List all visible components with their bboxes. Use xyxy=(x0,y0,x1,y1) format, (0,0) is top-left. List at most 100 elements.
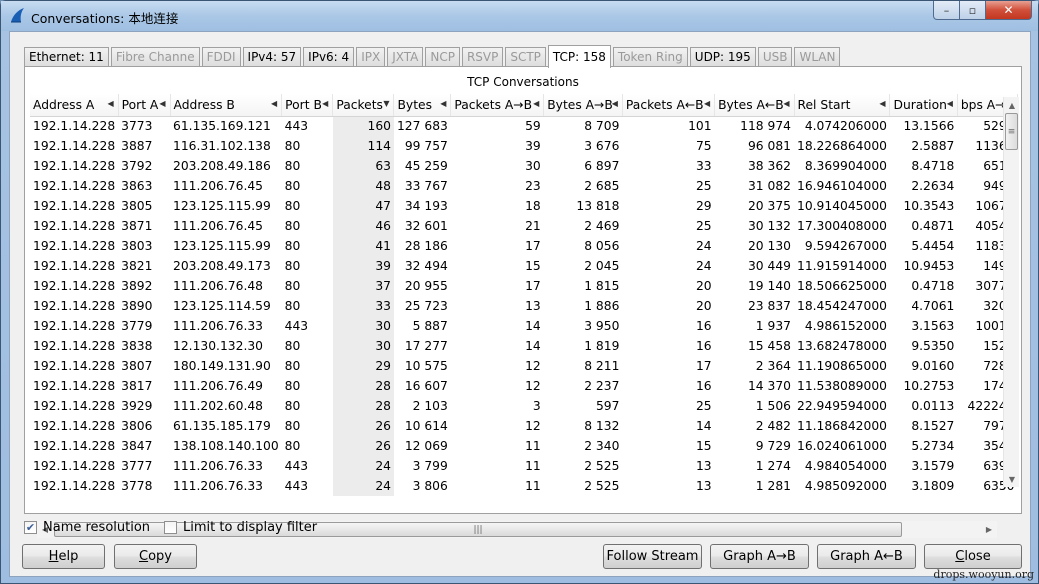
minimize-button[interactable]: – xyxy=(933,1,960,20)
table-row[interactable]: 192.1.14.228 3778 111.206.76.33 443 24 3 806 1… xyxy=(30,476,1018,496)
tab-fddi[interactable]: FDDI xyxy=(201,47,241,67)
table-cell: 80 xyxy=(284,399,301,413)
table-cell: 192.1.14.228 xyxy=(33,319,116,333)
column-header-packets-a-from-b[interactable]: Packets A←B ◀ xyxy=(622,94,716,117)
vertical-scrollbar[interactable]: ▲ ≡ ▼ xyxy=(1003,97,1019,487)
tab-ncp[interactable]: NCP xyxy=(425,47,460,67)
tab-jxta[interactable]: JXTA xyxy=(387,47,424,67)
graph-a-to-b-button[interactable]: Graph A→B xyxy=(710,544,809,569)
sort-indicator-icon: ◀ xyxy=(159,99,166,108)
tab-ethernet-11[interactable]: Ethernet: 11 xyxy=(24,47,109,67)
table-cell: 4.984054000 xyxy=(804,459,887,473)
table-cell: 111.206.76.33 xyxy=(173,479,263,493)
table-cell: 111.206.76.45 xyxy=(173,219,263,233)
column-header-address-b[interactable]: Address B ◀ xyxy=(170,94,283,117)
close-button[interactable]: Close xyxy=(924,544,1022,569)
column-header-bytes-a-from-b[interactable]: Bytes A←B ◀ xyxy=(714,94,795,117)
table-cell: 16 xyxy=(695,379,712,393)
table-row[interactable]: 192.1.14.228 3773 61.135.169.121 443 160 127 … xyxy=(30,116,1018,136)
graph-b-to-a-button[interactable]: Graph A←B xyxy=(817,544,916,569)
column-header-label: Packets A→B xyxy=(454,97,533,112)
table-cell: 80 xyxy=(284,199,301,213)
help-button[interactable]: Help xyxy=(22,544,105,569)
column-header-bytes[interactable]: Bytes ◀ xyxy=(393,94,452,117)
tab-fibre-channe[interactable]: Fibre Channe xyxy=(110,47,200,67)
table-cell: 10.2753 xyxy=(903,379,955,393)
table-row[interactable]: 192.1.14.228 3792 203.208.49.186 80 63 45 259… xyxy=(30,156,1018,176)
tab-ipv6-4[interactable]: IPv6: 4 xyxy=(303,47,355,67)
column-header-duration[interactable]: Duration ◀ xyxy=(889,94,958,117)
table-cell: 20 xyxy=(695,279,712,293)
table-cell: 111.206.76.48 xyxy=(173,279,263,293)
table-cell: 34 193 xyxy=(404,199,448,213)
limit-to-display-filter-checkbox[interactable] xyxy=(164,521,178,534)
table-cell: 32 494 xyxy=(404,259,448,273)
column-header-port-b[interactable]: Port B ◀ xyxy=(281,94,334,117)
table-cell: 138.108.140.100 xyxy=(173,439,279,453)
column-header-packets[interactable]: Packets ▼ xyxy=(332,94,395,117)
tab-token-ring[interactable]: Token Ring xyxy=(612,47,688,67)
table-cell: 3803 xyxy=(121,239,153,253)
limit-to-display-filter-label[interactable]: Limit to display filter xyxy=(183,520,317,535)
table-cell: 30 xyxy=(332,336,394,356)
table-row[interactable]: 192.1.14.228 3929 111.202.60.48 80 28 2 103 3 5… xyxy=(30,396,1018,416)
table-row[interactable]: 192.1.14.228 3807 180.149.131.90 80 29 10 575… xyxy=(30,356,1018,376)
table-cell: 21 xyxy=(525,219,541,233)
column-header-label: Address B xyxy=(173,97,235,112)
tab-rsvp[interactable]: RSVP xyxy=(461,47,504,67)
table-row[interactable]: 192.1.14.228 3806 61.135.185.179 80 26 10 614… xyxy=(30,416,1018,436)
table-row[interactable]: 192.1.14.228 3871 111.206.76.45 80 46 32 601 2… xyxy=(30,216,1018,236)
maximize-button[interactable]: ▫ xyxy=(960,1,986,20)
table-row[interactable]: 192.1.14.228 3805 123.125.115.99 80 47 34 193… xyxy=(30,196,1018,216)
table-cell: 6 897 xyxy=(584,159,620,173)
name-resolution-label[interactable]: Name resolution xyxy=(43,520,150,535)
table-row[interactable]: 192.1.14.228 3890 123.125.114.59 80 33 25 723… xyxy=(30,296,1018,316)
table-row[interactable]: 192.1.14.228 3777 111.206.76.33 443 24 3 799 1… xyxy=(30,456,1018,476)
column-header-rel-start[interactable]: Rel Start ◀ xyxy=(794,94,891,117)
tab-sctp[interactable]: SCTP xyxy=(505,47,546,67)
column-header-address-a[interactable]: Address A ◀ xyxy=(30,94,119,117)
column-header-packets-a-to-b[interactable]: Packets A→B ◀ xyxy=(450,94,545,117)
close-window-button[interactable]: ✕ xyxy=(986,1,1032,20)
tab-usb[interactable]: USB xyxy=(757,47,793,67)
table-cell: 80 xyxy=(284,359,301,373)
table-row[interactable]: 192.1.14.228 3887 116.31.102.138 80 114 99 75… xyxy=(30,136,1018,156)
table-row[interactable]: 192.1.14.228 3779 111.206.76.33 443 30 5 887 1… xyxy=(30,316,1018,336)
table-cell: 24 xyxy=(332,476,394,496)
tab-wlan[interactable]: WLAN xyxy=(794,47,841,67)
table-row[interactable]: 192.1.14.228 3847 138.108.140.100 80 26 12 06… xyxy=(30,436,1018,456)
table-row[interactable]: 192.1.14.228 3803 123.125.115.99 80 41 28 186… xyxy=(30,236,1018,256)
table-row[interactable]: 192.1.14.228 3838 12.130.132.30 80 30 17 277 1… xyxy=(30,336,1018,356)
title-bar[interactable]: Conversations: 本地连接 – ▫ ✕ xyxy=(1,1,1038,31)
table-cell: 3929 xyxy=(121,399,153,413)
table-row[interactable]: 192.1.14.228 3863 111.206.76.45 80 48 33 767 2… xyxy=(30,176,1018,196)
table-cell: 20 xyxy=(695,299,712,313)
table-cell: 13 818 xyxy=(576,199,620,213)
table-cell: 1 886 xyxy=(584,299,620,313)
tab-ipv4-57[interactable]: IPv4: 57 xyxy=(242,47,302,67)
table-cell: 80 xyxy=(284,259,301,273)
scroll-down-icon[interactable]: ▼ xyxy=(1004,471,1020,487)
scroll-right-icon[interactable]: ▶ xyxy=(981,521,997,538)
table-row[interactable]: 192.1.14.228 3817 111.206.76.49 80 28 16 607 1… xyxy=(30,376,1018,396)
table-cell: 2 469 xyxy=(584,219,620,233)
column-header-port-a[interactable]: Port A ◀ xyxy=(118,94,171,117)
name-resolution-checkbox[interactable]: ✔ xyxy=(24,521,37,534)
tab-ipx[interactable]: IPX xyxy=(356,47,386,67)
table-cell: 25 xyxy=(695,219,712,233)
vertical-scroll-thumb[interactable]: ≡ xyxy=(1005,113,1018,150)
column-header-bytes-a-to-b[interactable]: Bytes A→B ◀ xyxy=(543,94,623,117)
tab-tcp-158[interactable]: TCP: 158 xyxy=(547,45,611,68)
table-cell: 3805 xyxy=(121,199,153,213)
table-cell: 46 xyxy=(332,216,394,236)
minimize-icon: – xyxy=(943,3,950,17)
table-cell: 203.208.49.186 xyxy=(173,159,271,173)
table-cell: 12.130.132.30 xyxy=(173,339,263,353)
table-row[interactable]: 192.1.14.228 3892 111.206.76.48 80 37 20 955 1… xyxy=(30,276,1018,296)
sort-indicator-icon: ◀ xyxy=(322,99,329,108)
table-row[interactable]: 192.1.14.228 3821 203.208.49.173 80 39 32 494… xyxy=(30,256,1018,276)
scroll-up-icon[interactable]: ▲ xyxy=(1004,97,1020,113)
copy-button[interactable]: Copy xyxy=(114,544,197,569)
follow-stream-button[interactable]: Follow Stream xyxy=(603,544,702,569)
tab-udp-195[interactable]: UDP: 195 xyxy=(689,47,756,67)
